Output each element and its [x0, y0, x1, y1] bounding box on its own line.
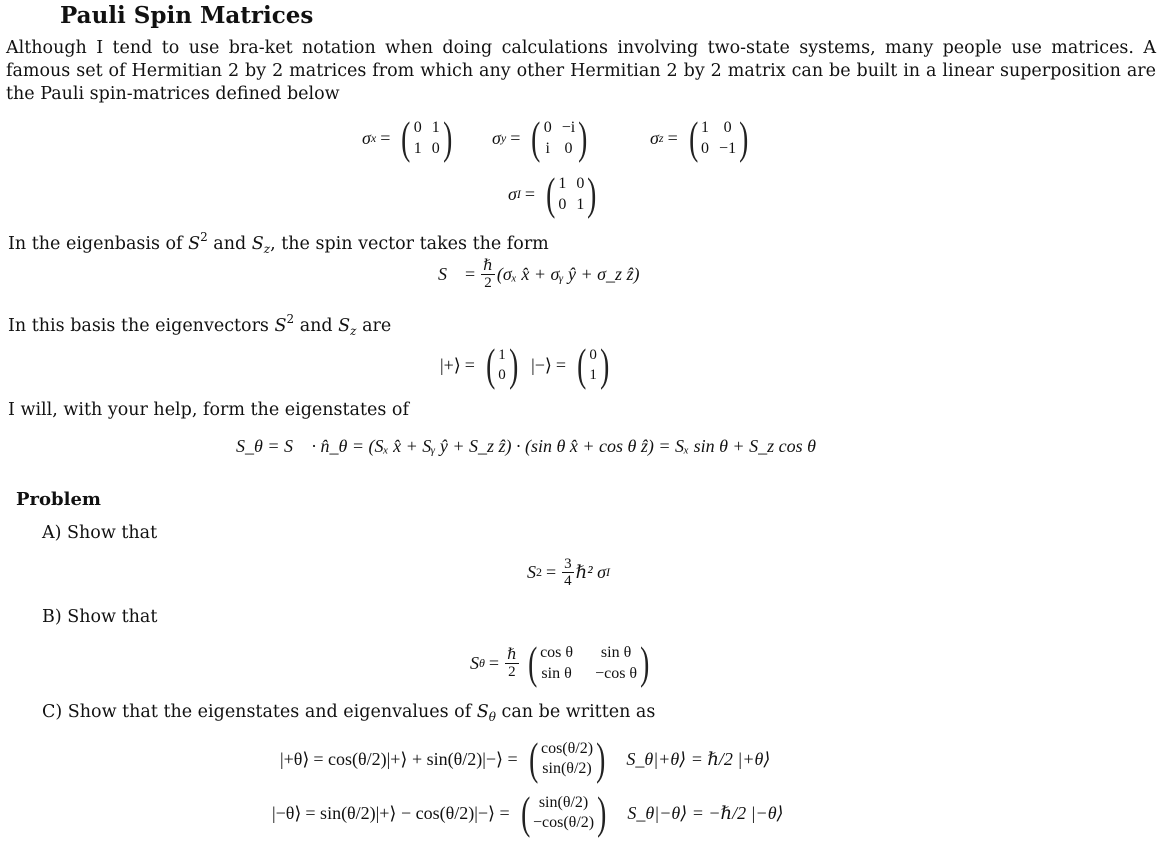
ket-plus: |+⟩	[440, 354, 461, 375]
sigma-x-matrix: ( 01 10 )	[401, 112, 452, 163]
matrix-cell: cos θ	[540, 644, 574, 661]
sigma-symbol: σ	[650, 127, 659, 148]
matrix-cell: 0	[558, 196, 567, 213]
subscript: y	[500, 130, 507, 145]
vector-cell: sin(θ/2)	[538, 794, 589, 811]
sigma-symbol: σ	[362, 127, 371, 148]
text: can be written as	[495, 702, 656, 722]
eigenvalue-equation: S_θ|−θ⟩ = −ℏ/2 |−θ⟩	[627, 802, 784, 823]
matrix-cell: 1	[413, 140, 422, 157]
matrix-cell: −i	[561, 119, 576, 136]
text: 2	[484, 275, 492, 291]
text: S	[527, 562, 536, 582]
sigma-symbol: σ	[508, 183, 517, 204]
part-c-label: C) Show that the eigenstates and eigenva…	[42, 702, 656, 724]
pauli-z-equation: σ z = ( 10 0 −1 )	[650, 115, 755, 161]
vector-cell: 1	[589, 367, 597, 383]
part-a-label: A) Show that	[42, 523, 158, 543]
text: S	[338, 316, 351, 336]
eigenbasis-sentence: In the eigenbasis of S2 and Sz, the spin…	[8, 230, 549, 256]
text: In this basis the eigenvectors	[8, 316, 275, 336]
matrix-cell: 0	[413, 119, 422, 136]
vector-cell: sin(θ/2)	[542, 760, 592, 777]
part-a-equation: S 2 = 34 ℏ² σI	[527, 556, 611, 589]
text: ℏ² σ	[575, 562, 607, 582]
part-b-equation: Sθ = ℏ2 ( cos θ sin θ sin θ −cos θ )	[470, 637, 650, 688]
ket: |−θ⟩	[272, 802, 302, 823]
text: S	[188, 234, 201, 254]
basis-kets: |+⟩ = (1 0) |−⟩ = (0 1)	[440, 339, 610, 390]
text: , the spin vector takes the form	[270, 234, 549, 254]
eigenvalue-equation: S_θ|+θ⟩ = ℏ/2 |+θ⟩	[626, 748, 771, 769]
vector-cell: 1	[498, 347, 506, 363]
text: and	[294, 316, 339, 336]
form-sentence: I will, with your help, form the eigenst…	[8, 400, 409, 420]
ket-minus: |−⟩	[531, 354, 552, 375]
matrix-cell: sin θ	[541, 665, 572, 682]
page-title: Pauli Spin Matrices	[60, 2, 314, 29]
matrix-cell: 0	[564, 140, 573, 157]
vector-cell: 0	[498, 367, 506, 383]
expression: = sin(θ/2)|+⟩ − cos(θ/2)|−⟩ =	[305, 802, 510, 823]
ket: |+θ⟩	[280, 748, 310, 769]
matrix-cell: 1	[576, 196, 585, 213]
pauli-identity-equation: σ I = ( 10 01 )	[508, 171, 604, 217]
eigenstate-plus-row: |+θ⟩ = cos(θ/2)|+⟩ + sin(θ/2)|−⟩ = (cos(…	[280, 733, 771, 784]
sigma-symbol: σ	[492, 127, 501, 148]
matrix-cell: 0	[576, 175, 585, 192]
text: I	[606, 565, 611, 579]
subscript: x	[370, 130, 377, 145]
matrix-cell: 0	[701, 140, 710, 157]
expression: = cos(θ/2)|+⟩ + sin(θ/2)|−⟩ =	[313, 748, 518, 769]
text: and	[207, 234, 252, 254]
text: C) Show that the eigenstates and eigenva…	[42, 702, 477, 722]
pauli-y-equation: σ y = ( 0 −i i0 )	[492, 115, 595, 161]
matrix-cell: −cos θ	[595, 665, 638, 682]
sigma-identity-matrix: ( 10 01 )	[546, 168, 597, 219]
text: ℏ	[481, 258, 495, 275]
eigenstate-minus-row: |−θ⟩ = sin(θ/2)|+⟩ − cos(θ/2)|−⟩ = (sin(…	[272, 787, 784, 838]
matrix-cell: 0	[723, 119, 732, 136]
s-theta-definition: S_θ = S⃗ · n̂_θ = (Sₓ x̂ + Sᵧ ŷ + S_z ẑ)…	[236, 436, 816, 456]
text: 2	[286, 312, 295, 326]
text: S	[251, 234, 264, 254]
problem-heading: Problem	[16, 489, 101, 510]
text: 2	[536, 565, 542, 579]
text: 2	[508, 663, 516, 680]
matrix-cell: 0	[431, 140, 440, 157]
sigma-z-matrix: ( 10 0 −1 )	[688, 112, 749, 163]
text: are	[356, 316, 392, 336]
basis-sentence: In this basis the eigenvectors S2 and Sz…	[8, 312, 391, 338]
text: 2	[200, 230, 208, 244]
vector-cell: 0	[589, 347, 597, 363]
vector-cell: −cos(θ/2)	[532, 814, 595, 831]
text: S	[274, 316, 287, 336]
intro-paragraph: Although I tend to use bra-ket notation …	[6, 38, 1156, 104]
vector-cell: cos(θ/2)	[540, 740, 594, 757]
matrix-cell: 1	[701, 119, 710, 136]
subscript: I	[516, 186, 521, 201]
part-b-label: B) Show that	[42, 607, 158, 627]
text: θ	[479, 655, 485, 670]
pauli-x-equation: σ x = ( 01 10 )	[362, 115, 459, 161]
text: ℏ	[505, 646, 519, 664]
sigma-y-matrix: ( 0 −i i0 )	[531, 112, 588, 163]
matrix-cell: 1	[431, 119, 440, 136]
text: (σₓ x̂ + σᵧ ŷ + σ_z ẑ)	[496, 264, 640, 284]
spin-vector-equation: S⃗ = ℏ2 (σₓ x̂ + σᵧ ŷ + σ_z ẑ)	[438, 258, 640, 291]
text: S⃗	[438, 264, 462, 284]
fraction: ℏ2	[481, 258, 495, 291]
text: In the eigenbasis of	[8, 234, 189, 254]
matrix-cell: sin θ	[600, 644, 632, 661]
matrix-cell: −1	[719, 140, 737, 157]
matrix-cell: i	[545, 140, 550, 157]
matrix-cell: 1	[558, 175, 567, 192]
text: S	[470, 652, 479, 673]
text: 4	[564, 573, 572, 589]
matrix-cell: 0	[543, 119, 552, 136]
subscript: z	[658, 130, 664, 145]
text: 3	[562, 556, 574, 573]
